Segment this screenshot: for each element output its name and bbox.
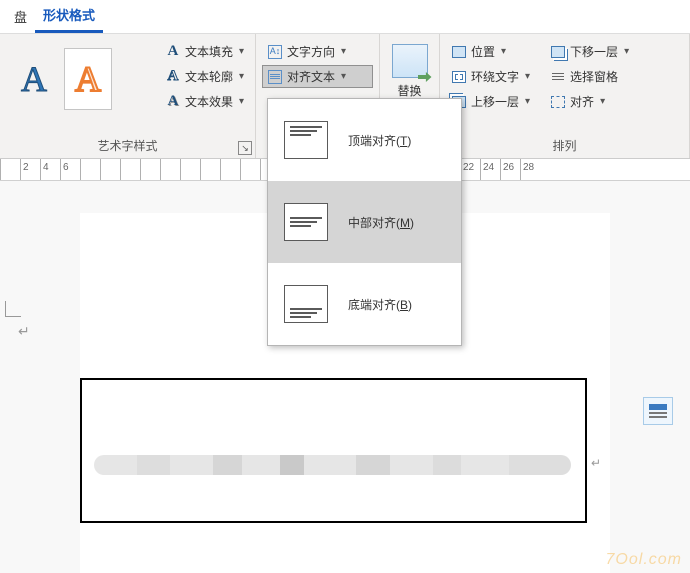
paragraph-mark: ↵ xyxy=(591,456,601,470)
align-bottom-icon xyxy=(284,285,328,323)
wrap-text-label: 环绕文字 xyxy=(471,68,519,85)
align-top-icon xyxy=(284,121,328,159)
text-direction-label: 文字方向 xyxy=(287,43,335,60)
margin-corner xyxy=(5,301,21,317)
bring-forward-label: 上移一层 xyxy=(471,93,519,110)
caret-icon: ▾ xyxy=(600,96,605,107)
caret-icon: ▾ xyxy=(341,71,346,82)
align-middle-icon xyxy=(284,203,328,241)
align-text-button[interactable]: 对齐文本 ▾ xyxy=(262,65,373,88)
selection-pane-label: 选择窗格 xyxy=(570,68,618,85)
wordart-preset-2[interactable]: A xyxy=(64,48,112,110)
selection-pane-icon xyxy=(550,69,566,85)
text-fill-icon: A xyxy=(165,44,181,60)
layout-options-button[interactable] xyxy=(643,397,673,425)
selection-pane-button[interactable]: 选择窗格 xyxy=(545,65,634,88)
paragraph-mark: ↵ xyxy=(18,323,30,340)
wrap-text-icon xyxy=(451,69,467,85)
caret-icon: ▾ xyxy=(525,96,530,107)
text-effects-label: 文本效果 xyxy=(185,93,233,110)
align-text-dropdown: 顶端对齐(T) 中部对齐(M) 底端对齐(B) xyxy=(267,98,462,346)
caret-icon: ▾ xyxy=(525,71,530,82)
align-middle-label: 中部对齐(M) xyxy=(348,214,414,231)
text-direction-button[interactable]: A↕ 文字方向 ▾ xyxy=(262,40,373,63)
send-backward-icon xyxy=(550,44,566,60)
send-backward-label: 下移一层 xyxy=(570,43,618,60)
text-effects-button[interactable]: A 文本效果 ▾ xyxy=(160,90,249,113)
align-text-icon xyxy=(267,69,283,85)
wordart-gallery[interactable]: A A xyxy=(6,38,122,110)
text-direction-icon: A↕ xyxy=(267,44,283,60)
group-label-wordart: 艺术字样式 xyxy=(6,135,249,156)
text-box-shape[interactable]: ↵ xyxy=(80,378,587,523)
align-text-label: 对齐文本 xyxy=(287,68,335,85)
replace-icon xyxy=(392,44,428,78)
align-top-label: 顶端对齐(T) xyxy=(348,132,411,149)
align-middle-item[interactable]: 中部对齐(M) xyxy=(268,181,461,263)
align-objects-button[interactable]: 对齐 ▾ xyxy=(545,90,634,113)
text-outline-label: 文本轮廓 xyxy=(185,68,233,85)
dialog-launcher-wordart[interactable]: ↘ xyxy=(238,141,252,155)
align-bottom-item[interactable]: 底端对齐(B) xyxy=(268,263,461,345)
text-fill-button[interactable]: A 文本填充 ▾ xyxy=(160,40,249,63)
align-top-item[interactable]: 顶端对齐(T) xyxy=(268,99,461,181)
watermark: 7Ool.com xyxy=(606,551,682,569)
caret-icon: ▾ xyxy=(239,71,244,82)
position-button[interactable]: 位置 ▾ xyxy=(446,40,535,63)
position-icon xyxy=(451,44,467,60)
align-objects-icon xyxy=(550,94,566,110)
tab-prev[interactable]: 盘 xyxy=(6,3,35,30)
caret-icon: ▾ xyxy=(501,46,506,57)
text-outline-icon: A xyxy=(165,69,181,85)
layout-options-icon xyxy=(649,404,667,418)
caret-icon: ▾ xyxy=(341,46,346,57)
position-label: 位置 xyxy=(471,43,495,60)
text-outline-button[interactable]: A 文本轮廓 ▾ xyxy=(160,65,249,88)
text-effects-icon: A xyxy=(165,94,181,110)
send-backward-button[interactable]: 下移一层 ▾ xyxy=(545,40,634,63)
group-label-arrange: 排列 xyxy=(446,135,683,156)
caret-icon: ▾ xyxy=(239,96,244,107)
align-bottom-label: 底端对齐(B) xyxy=(348,296,412,313)
wordart-preset-1[interactable]: A xyxy=(10,48,58,110)
text-fill-label: 文本填充 xyxy=(185,43,233,60)
tab-shape-format[interactable]: 形状格式 xyxy=(35,1,103,33)
redacted-text-line xyxy=(94,455,571,475)
wrap-text-button[interactable]: 环绕文字 ▾ xyxy=(446,65,535,88)
caret-icon: ▾ xyxy=(624,46,629,57)
align-objects-label: 对齐 xyxy=(570,93,594,110)
caret-icon: ▾ xyxy=(239,46,244,57)
